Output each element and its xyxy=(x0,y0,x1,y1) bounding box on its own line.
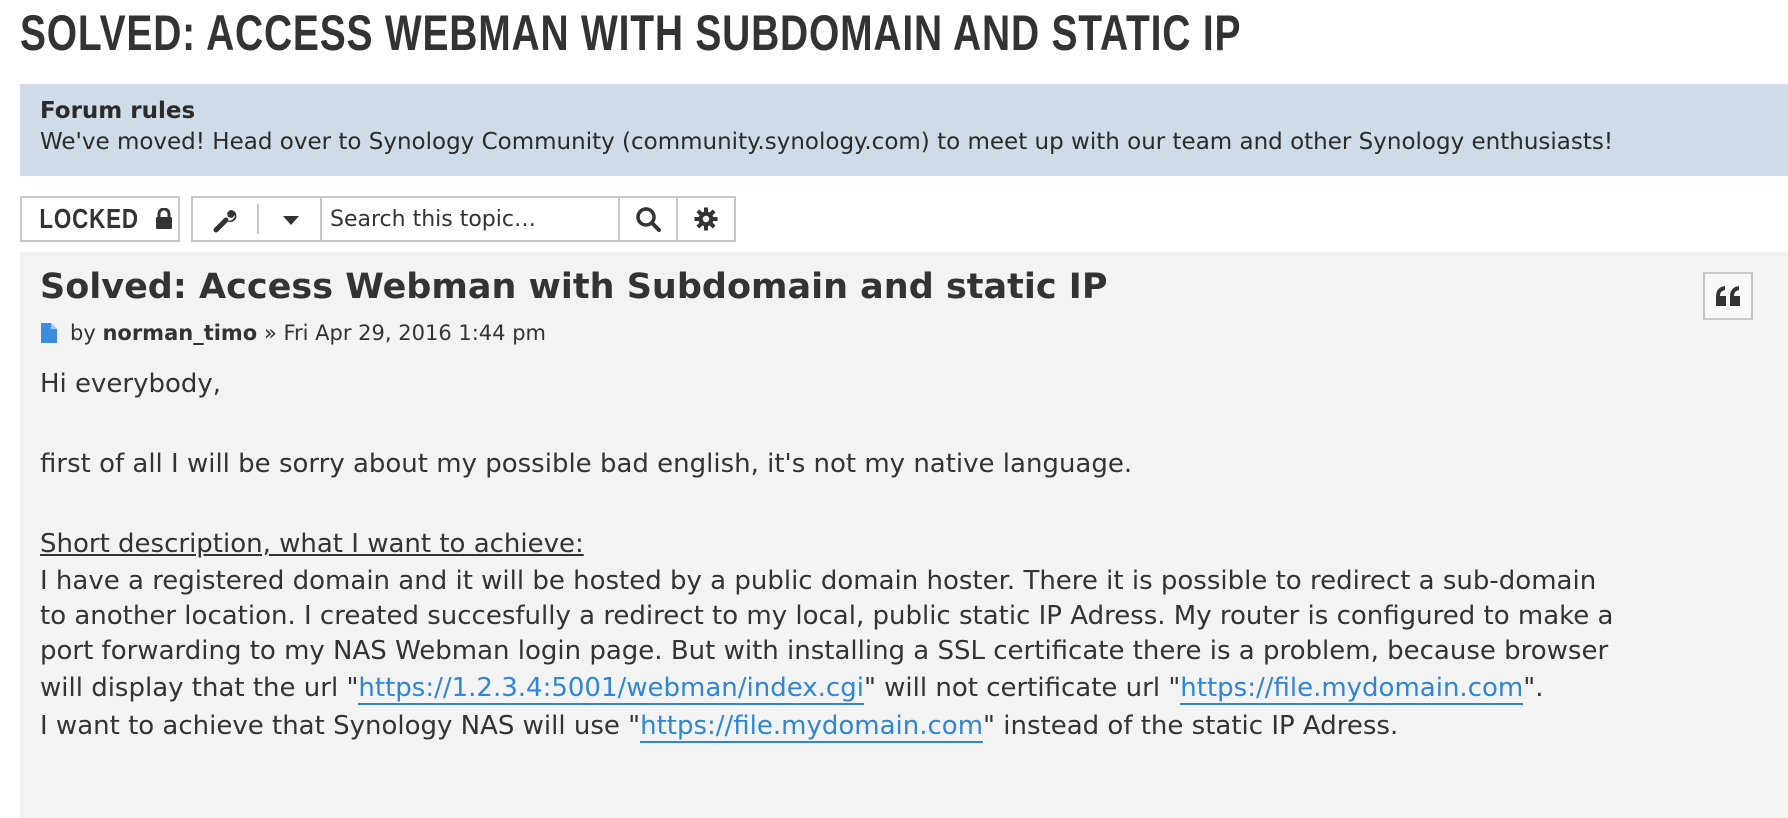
topic-tools-button[interactable] xyxy=(191,196,329,242)
page-title: SOLVED: ACCESS WEBMAN WITH SUBDOMAIN AND… xyxy=(20,5,1242,61)
byline-separator: » xyxy=(263,321,277,345)
search-icon xyxy=(636,207,661,232)
topic-toolbar: LOCKED xyxy=(20,196,760,244)
search-button[interactable] xyxy=(618,196,678,242)
locked-button[interactable]: LOCKED xyxy=(20,196,180,242)
post-line-3: port forwarding to my NAS Webman login p… xyxy=(40,636,1609,666)
post-author[interactable]: norman_timo xyxy=(102,318,257,348)
wrench-icon xyxy=(213,209,237,233)
post-line-1: I have a registered domain and it will b… xyxy=(40,566,1597,596)
search-input[interactable] xyxy=(320,196,620,242)
post: Solved: Access Webman with Subdomain and… xyxy=(20,252,1788,818)
quote-button[interactable] xyxy=(1703,272,1753,320)
forum-rules-heading: Forum rules xyxy=(40,98,196,124)
post-title[interactable]: Solved: Access Webman with Subdomain and… xyxy=(40,264,1107,310)
line-4-text-c: ". xyxy=(1523,673,1544,703)
line-4-text-a: will display that the url " xyxy=(40,673,359,703)
section-heading: Short description, what I want to achiev… xyxy=(40,529,584,559)
forum-rules-text: We've moved! Head over to Synology Commu… xyxy=(40,129,1614,155)
gear-icon xyxy=(694,207,718,231)
advanced-search-button[interactable] xyxy=(676,196,736,242)
post-intro: first of all I will be sorry about my po… xyxy=(40,449,1133,479)
post-line-4: will display that the url "https://1.2.3… xyxy=(40,669,1780,707)
post-greeting: Hi everybody, xyxy=(40,369,222,399)
post-date: Fri Apr 29, 2016 1:44 pm xyxy=(283,321,546,345)
byline-by: by xyxy=(70,321,96,345)
locked-label: LOCKED xyxy=(39,203,139,234)
file-domain-link[interactable]: https://file.mydomain.com xyxy=(1180,673,1524,705)
toolbar-divider xyxy=(257,204,259,234)
post-line-5: I want to achieve that Synology NAS will… xyxy=(40,707,1780,745)
file-icon[interactable] xyxy=(40,322,58,344)
post-byline: by norman_timo » Fri Apr 29, 2016 1:44 p… xyxy=(40,318,546,348)
caret-down-icon[interactable] xyxy=(282,214,300,226)
lock-icon xyxy=(156,208,173,229)
quote-icon xyxy=(1716,286,1740,306)
post-line-2: to another location. I created succesful… xyxy=(40,601,1614,631)
line-5-text-a: I want to achieve that Synology NAS will… xyxy=(40,711,641,741)
forum-rules-box: Forum rules We've moved! Head over to Sy… xyxy=(20,84,1788,176)
topic-search xyxy=(318,196,756,242)
post-content: Hi everybody, first of all I will be sor… xyxy=(40,364,1780,745)
line-4-text-b: " will not certificate url " xyxy=(863,673,1181,703)
webman-url-link[interactable]: https://1.2.3.4:5001/webman/index.cgi xyxy=(358,673,864,705)
line-5-text-b: " instead of the static IP Adress. xyxy=(983,711,1399,741)
file-domain-link-2[interactable]: https://file.mydomain.com xyxy=(640,711,984,743)
